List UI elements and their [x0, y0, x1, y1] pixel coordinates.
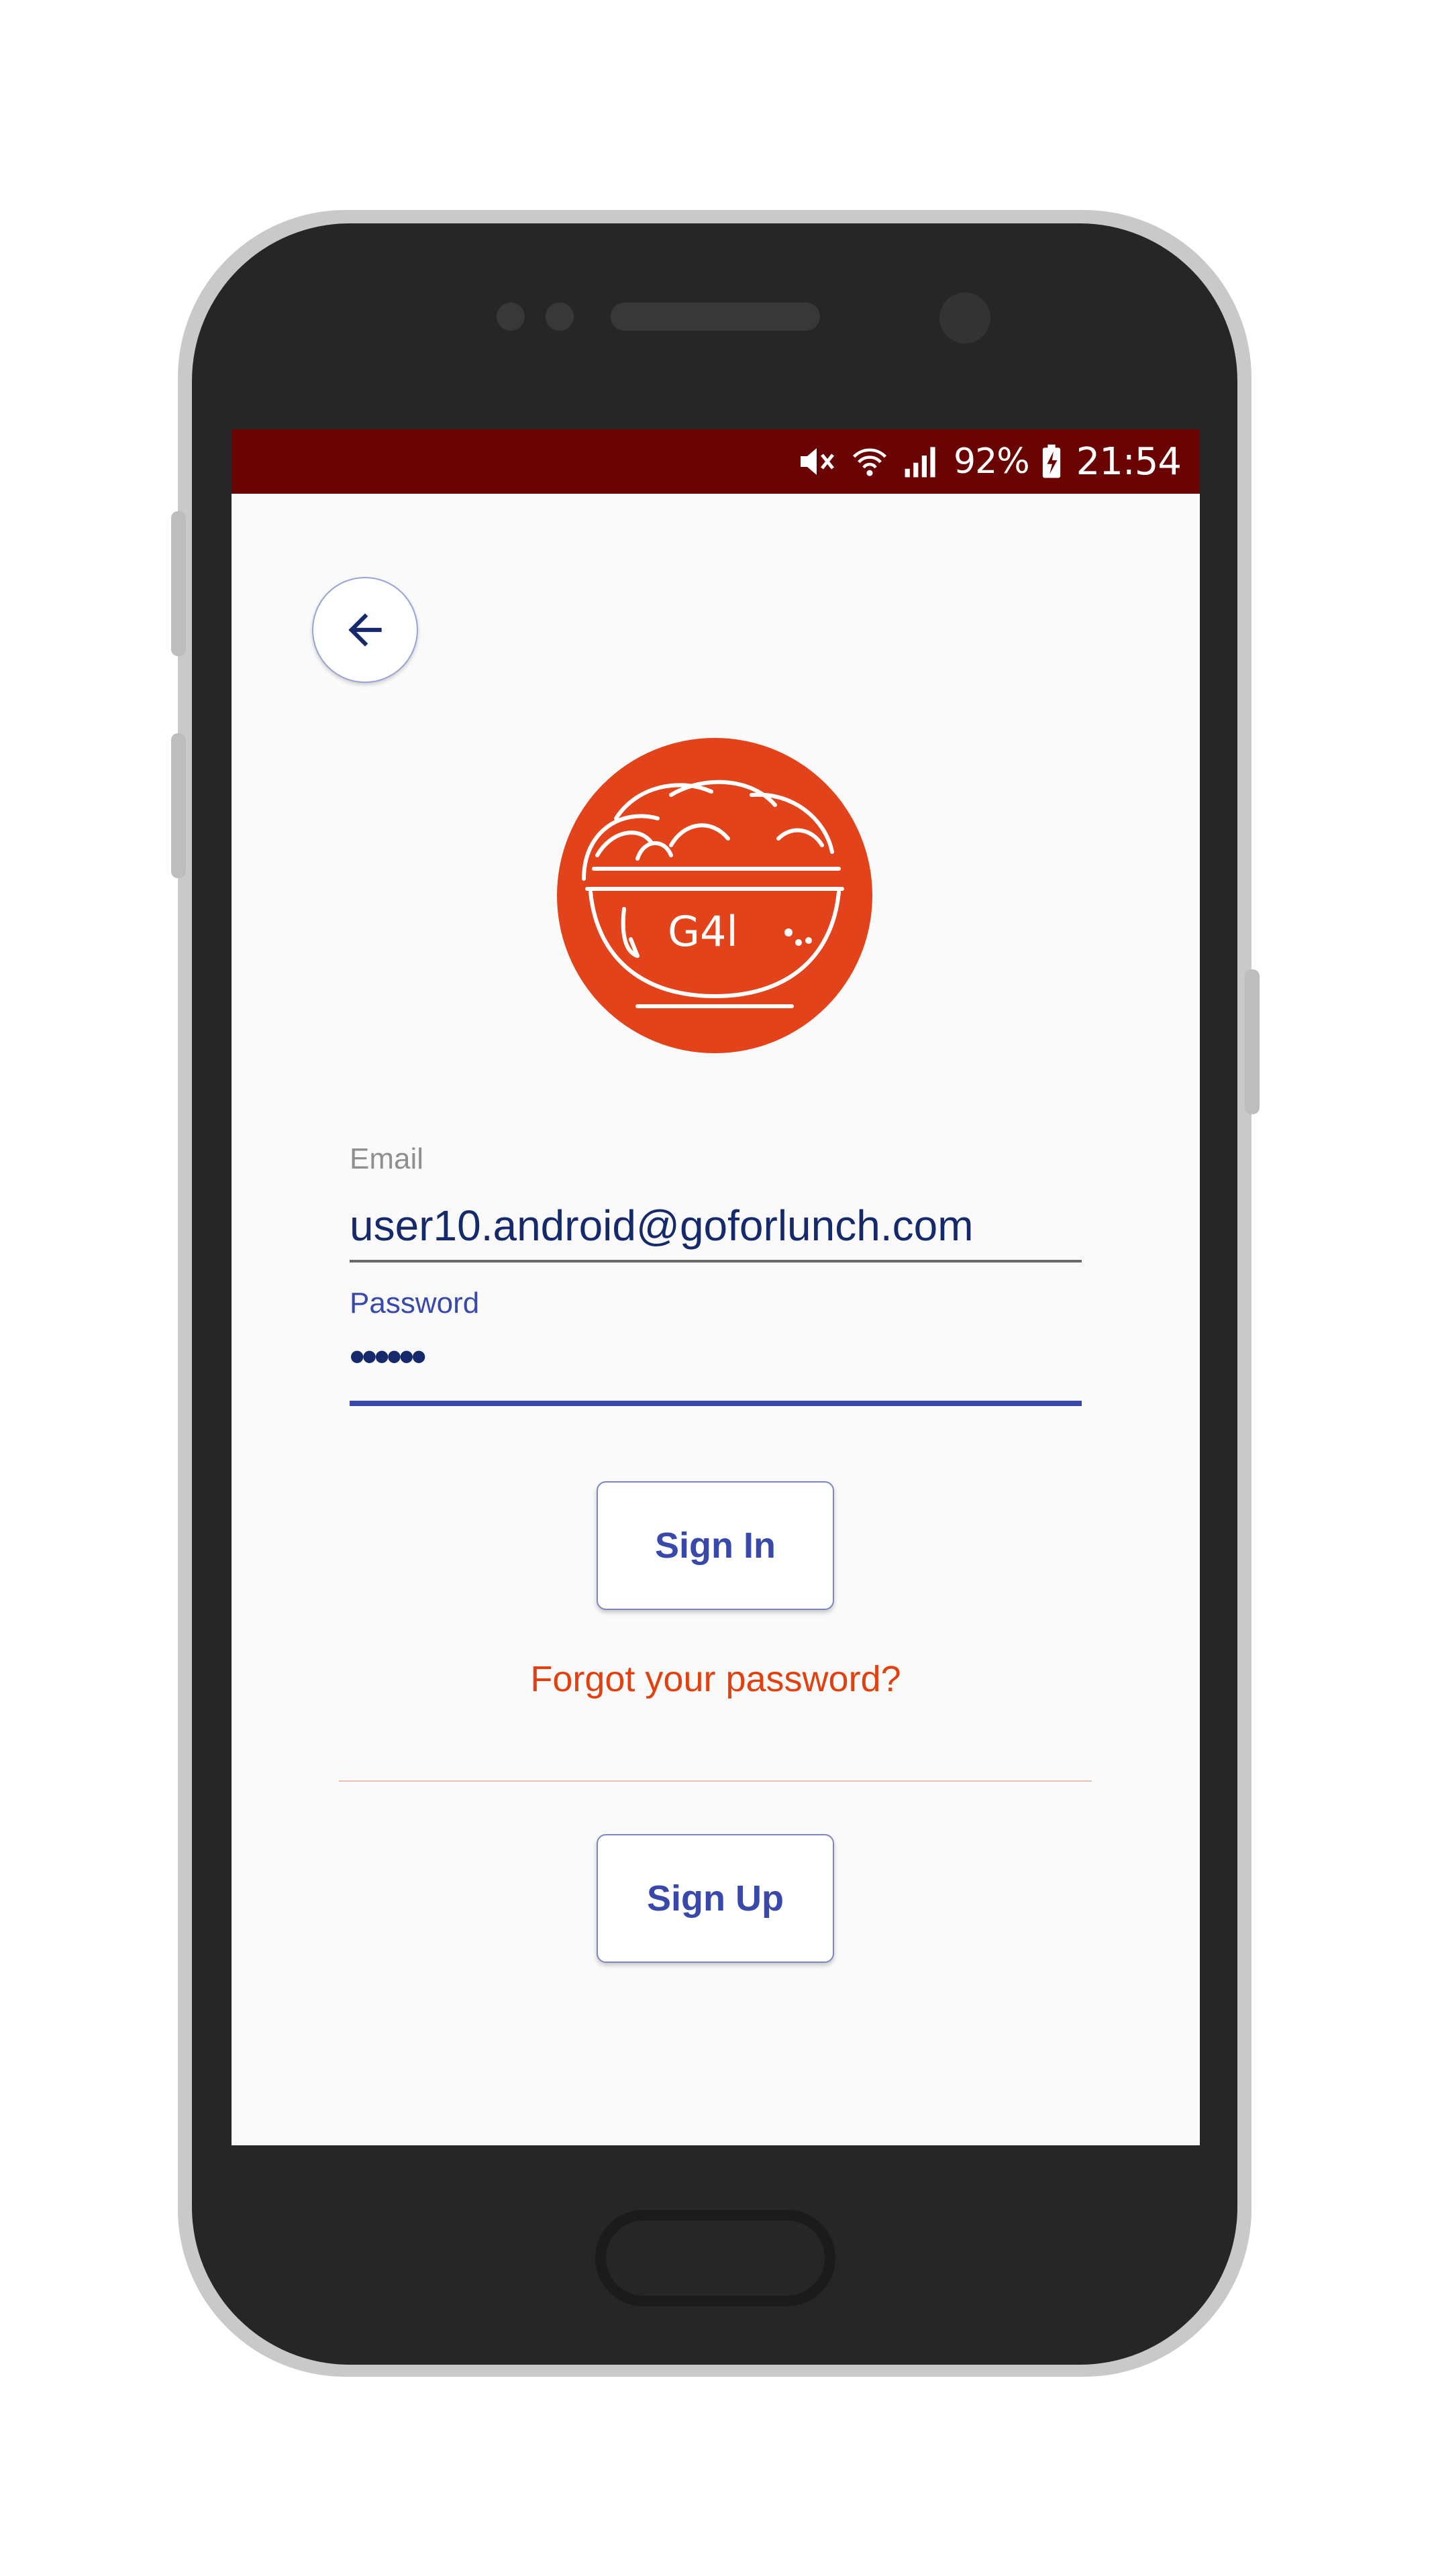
- password-label: Password: [350, 1287, 480, 1320]
- divider: [339, 1780, 1092, 1782]
- battery-charging-icon: [1042, 444, 1060, 478]
- sign-in-button[interactable]: Sign In: [597, 1481, 834, 1610]
- volume-up-button: [171, 511, 186, 656]
- email-label: Email: [350, 1142, 424, 1175]
- email-underline: [350, 1260, 1082, 1263]
- back-button[interactable]: [312, 577, 418, 683]
- power-button: [1245, 969, 1260, 1114]
- front-camera: [939, 292, 990, 343]
- wifi-icon: [853, 448, 887, 476]
- app-screen: 92% 21:54 G4l Email user10.android@gofor…: [232, 429, 1200, 2145]
- app-logo: G4l: [557, 738, 872, 1053]
- password-field[interactable]: ••••••: [350, 1332, 426, 1381]
- earpiece-speaker: [611, 303, 820, 331]
- status-bar: 92% 21:54: [232, 429, 1200, 494]
- mute-icon: [801, 448, 834, 475]
- sign-up-button[interactable]: Sign Up: [597, 1834, 834, 1963]
- light-sensor: [546, 303, 574, 331]
- arrow-back-icon: [348, 613, 382, 647]
- clock: 21:54: [1076, 439, 1182, 484]
- forgot-password-link[interactable]: Forgot your password?: [232, 1658, 1200, 1700]
- volume-down-button: [171, 733, 186, 878]
- email-field[interactable]: user10.android@goforlunch.com: [350, 1201, 974, 1250]
- proximity-sensor: [497, 303, 525, 331]
- logo-text: G4l: [668, 907, 738, 956]
- home-button: [595, 2210, 835, 2306]
- password-underline: [350, 1401, 1082, 1406]
- signal-icon: [905, 447, 935, 478]
- battery-percent: 92%: [954, 441, 1030, 482]
